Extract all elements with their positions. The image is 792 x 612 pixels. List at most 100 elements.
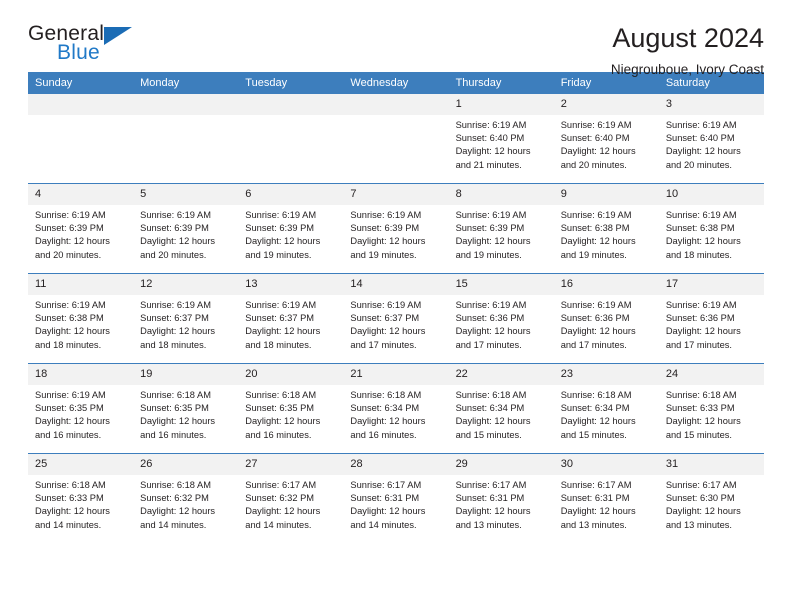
calendar-cell-inner: 7 Sunrise: 6:19 AM Sunset: 6:39 PM Daylight… [343,184,449,273]
calendar-cell-inner: 25 Sunrise: 6:18 AM Sunset: 6:33 PM Dayligh… [28,454,134,543]
brand-logo[interactable]: General Blue [28,22,146,70]
calendar-day-cell[interactable]: 9 Sunrise: 6:19 AM Sunset: 6:38 PM Daylight… [553,183,659,274]
calendar-cell-inner: 4 Sunrise: 6:19 AM Sunset: 6:39 PM Daylight… [28,184,134,273]
calendar-day-cell[interactable]: 31 Sunrise: 6:17 AM Sunset: 6:30 PM Dayligh… [658,453,764,543]
calendar-day-cell[interactable]: 23 Sunrise: 6:18 AM Sunset: 6:34 PM Dayligh… [553,363,659,454]
calendar-day-cell[interactable]: 2 Sunrise: 6:19 AM Sunset: 6:40 PM Daylight… [553,94,659,184]
calendar-day-cell[interactable]: 8 Sunrise: 6:19 AM Sunset: 6:39 PM Daylight… [448,183,554,274]
sunset-text: Sunset: 6:35 PM [140,403,209,414]
calendar-day-cell[interactable]: 28 Sunrise: 6:17 AM Sunset: 6:31 PM Dayligh… [343,453,449,543]
calendar-day-cell[interactable]: 30 Sunrise: 6:17 AM Sunset: 6:31 PM Dayligh… [553,453,659,543]
calendar-day-cell[interactable]: 26 Sunrise: 6:18 AM Sunset: 6:32 PM Dayligh… [133,453,239,543]
sunrise-text: Sunrise: 6:19 AM [35,390,106,400]
daylight-text: Daylight: 12 hours and 19 minutes. [350,236,426,260]
day-number [28,94,134,115]
calendar-day-cell[interactable]: 27 Sunrise: 6:17 AM Sunset: 6:32 PM Dayligh… [238,453,344,543]
calendar-cell-inner: 24 Sunrise: 6:18 AM Sunset: 6:33 PM Dayligh… [658,364,764,453]
day-details: Sunrise: 6:17 AM Sunset: 6:32 PM Daylight:… [238,475,343,532]
sunrise-text: Sunrise: 6:18 AM [140,480,211,490]
sunset-text: Sunset: 6:31 PM [350,493,420,504]
daylight-text: Daylight: 12 hours and 14 minutes. [140,506,216,530]
weekday-header-wednesday: Wednesday [343,72,449,94]
calendar-day-cell[interactable]: 14 Sunrise: 6:19 AM Sunset: 6:37 PM Dayligh… [343,273,449,364]
calendar-cell-inner: 30 Sunrise: 6:17 AM Sunset: 6:31 PM Dayligh… [553,454,659,543]
calendar-day-cell[interactable]: 20 Sunrise: 6:18 AM Sunset: 6:35 PM Dayligh… [238,363,344,454]
calendar-day-cell[interactable]: 5 Sunrise: 6:19 AM Sunset: 6:39 PM Daylight… [133,183,239,274]
weekday-header-tuesday: Tuesday [238,72,344,94]
day-details: Sunrise: 6:18 AM Sunset: 6:34 PM Daylight:… [449,385,554,442]
brand-name-blue: Blue [57,41,100,64]
daylight-text: Daylight: 12 hours and 15 minutes. [455,416,531,440]
sunset-text: Sunset: 6:32 PM [245,493,315,504]
daylight-text: Daylight: 12 hours and 17 minutes. [560,326,636,350]
sunrise-text: Sunrise: 6:18 AM [140,390,211,400]
day-number: 14 [343,274,449,295]
day-number: 13 [238,274,344,295]
calendar-day-cell[interactable]: 18 Sunrise: 6:19 AM Sunset: 6:35 PM Dayligh… [28,363,134,454]
sunset-text: Sunset: 6:40 PM [455,133,525,144]
sunset-text: Sunset: 6:36 PM [665,313,735,324]
calendar-day-cell[interactable]: 3 Sunrise: 6:19 AM Sunset: 6:40 PM Daylight… [658,94,764,184]
sunset-text: Sunset: 6:37 PM [245,313,315,324]
calendar-cell-inner: 20 Sunrise: 6:18 AM Sunset: 6:35 PM Dayligh… [238,364,344,453]
calendar-day-cell[interactable]: 25 Sunrise: 6:18 AM Sunset: 6:33 PM Dayligh… [28,453,134,543]
day-number: 26 [133,454,239,475]
sunrise-text: Sunrise: 6:19 AM [455,300,527,310]
day-number: 18 [28,364,134,385]
calendar-day-cell[interactable]: 22 Sunrise: 6:18 AM Sunset: 6:34 PM Dayligh… [448,363,554,454]
daylight-text: Daylight: 12 hours and 19 minutes. [560,236,636,260]
calendar-day-cell[interactable]: 10 Sunrise: 6:19 AM Sunset: 6:38 PM Dayligh… [658,183,764,274]
daylight-text: Daylight: 12 hours and 16 minutes. [140,416,216,440]
sunrise-text: Sunrise: 6:19 AM [350,300,422,310]
sunrise-text: Sunrise: 6:19 AM [35,210,106,220]
calendar-day-cell[interactable]: 15 Sunrise: 6:19 AM Sunset: 6:36 PM Dayligh… [448,273,554,364]
day-details: Sunrise: 6:17 AM Sunset: 6:30 PM Daylight:… [659,475,764,532]
calendar-cell-inner: 21 Sunrise: 6:18 AM Sunset: 6:34 PM Dayligh… [343,364,449,453]
daylight-text: Daylight: 12 hours and 20 minutes. [665,146,741,170]
calendar-week-row: 11 Sunrise: 6:19 AM Sunset: 6:38 PM Dayligh… [28,273,764,364]
calendar-cell-inner: 15 Sunrise: 6:19 AM Sunset: 6:36 PM Dayligh… [448,274,554,363]
day-number: 8 [448,184,554,205]
calendar-day-cell[interactable]: 17 Sunrise: 6:19 AM Sunset: 6:36 PM Dayligh… [658,273,764,364]
daylight-text: Daylight: 12 hours and 14 minutes. [350,506,426,530]
calendar-day-cell[interactable]: 21 Sunrise: 6:18 AM Sunset: 6:34 PM Dayligh… [343,363,449,454]
sunrise-text: Sunrise: 6:19 AM [560,300,632,310]
day-details: Sunrise: 6:19 AM Sunset: 6:36 PM Daylight:… [659,295,764,352]
day-details: Sunrise: 6:19 AM Sunset: 6:39 PM Daylight:… [343,205,448,262]
day-number: 11 [28,274,134,295]
calendar-day-cell[interactable]: 29 Sunrise: 6:17 AM Sunset: 6:31 PM Dayligh… [448,453,554,543]
daylight-text: Daylight: 12 hours and 15 minutes. [665,416,741,440]
daylight-text: Daylight: 12 hours and 13 minutes. [455,506,531,530]
calendar-day-cell[interactable]: 1 Sunrise: 6:19 AM Sunset: 6:40 PM Daylight… [448,94,554,184]
day-details: Sunrise: 6:19 AM Sunset: 6:38 PM Daylight:… [659,205,764,262]
day-number: 21 [343,364,449,385]
day-details: Sunrise: 6:19 AM Sunset: 6:40 PM Daylight:… [554,115,659,172]
calendar-day-cell[interactable]: 7 Sunrise: 6:19 AM Sunset: 6:39 PM Daylight… [343,183,449,274]
calendar-cell-inner [28,94,134,183]
sunset-text: Sunset: 6:39 PM [245,223,315,234]
calendar-cell-inner: 19 Sunrise: 6:18 AM Sunset: 6:35 PM Dayligh… [133,364,239,453]
calendar-day-cell[interactable]: 13 Sunrise: 6:19 AM Sunset: 6:37 PM Dayligh… [238,273,344,364]
day-number: 4 [28,184,134,205]
weekday-header-monday: Monday [133,72,239,94]
calendar-day-cell[interactable]: 19 Sunrise: 6:18 AM Sunset: 6:35 PM Dayligh… [133,363,239,454]
calendar-day-cell[interactable]: 16 Sunrise: 6:19 AM Sunset: 6:36 PM Dayligh… [553,273,659,364]
daylight-text: Daylight: 12 hours and 20 minutes. [140,236,216,260]
calendar-cell-inner: 9 Sunrise: 6:19 AM Sunset: 6:38 PM Daylight… [553,184,659,273]
calendar-day-cell[interactable]: 6 Sunrise: 6:19 AM Sunset: 6:39 PM Daylight… [238,183,344,274]
day-details: Sunrise: 6:17 AM Sunset: 6:31 PM Daylight:… [554,475,659,532]
day-number: 9 [553,184,659,205]
sunset-text: Sunset: 6:35 PM [245,403,315,414]
day-details: Sunrise: 6:18 AM Sunset: 6:33 PM Daylight:… [659,385,764,442]
calendar-day-cell[interactable]: 24 Sunrise: 6:18 AM Sunset: 6:33 PM Dayligh… [658,363,764,454]
calendar-cell-inner: 5 Sunrise: 6:19 AM Sunset: 6:39 PM Daylight… [133,184,239,273]
sunset-text: Sunset: 6:31 PM [455,493,525,504]
calendar-day-cell[interactable]: 4 Sunrise: 6:19 AM Sunset: 6:39 PM Daylight… [28,183,134,274]
calendar-day-cell[interactable]: 11 Sunrise: 6:19 AM Sunset: 6:38 PM Dayligh… [28,273,134,364]
day-details: Sunrise: 6:19 AM Sunset: 6:39 PM Daylight:… [449,205,554,262]
calendar-day-cell[interactable]: 12 Sunrise: 6:19 AM Sunset: 6:37 PM Dayligh… [133,273,239,364]
day-number: 10 [658,184,764,205]
calendar-cell-inner: 31 Sunrise: 6:17 AM Sunset: 6:30 PM Dayligh… [658,454,764,543]
day-number: 16 [553,274,659,295]
day-details: Sunrise: 6:19 AM Sunset: 6:37 PM Daylight:… [133,295,238,352]
